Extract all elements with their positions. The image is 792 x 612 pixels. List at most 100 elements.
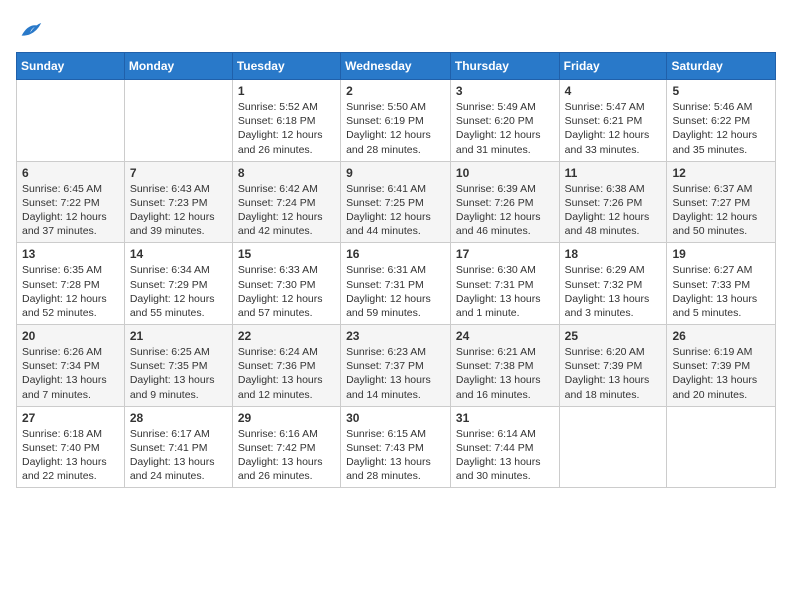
cell-info: Sunrise: 6:30 AM Sunset: 7:31 PM Dayligh… <box>456 263 554 320</box>
cell-info: Sunrise: 6:45 AM Sunset: 7:22 PM Dayligh… <box>22 182 119 239</box>
logo <box>16 16 48 44</box>
day-number: 10 <box>456 166 554 180</box>
logo-icon <box>16 16 44 44</box>
cell-info: Sunrise: 6:29 AM Sunset: 7:32 PM Dayligh… <box>565 263 662 320</box>
day-number: 19 <box>672 247 770 261</box>
day-number: 1 <box>238 84 335 98</box>
calendar-week-4: 20 Sunrise: 6:26 AM Sunset: 7:34 PM Dayli… <box>17 325 776 407</box>
cell-info: Sunrise: 6:39 AM Sunset: 7:26 PM Dayligh… <box>456 182 554 239</box>
calendar-cell: 31 Sunrise: 6:14 AM Sunset: 7:44 PM Dayli… <box>450 406 559 488</box>
day-number: 6 <box>22 166 119 180</box>
cell-info: Sunrise: 6:26 AM Sunset: 7:34 PM Dayligh… <box>22 345 119 402</box>
calendar-cell <box>559 406 667 488</box>
day-number: 13 <box>22 247 119 261</box>
cell-info: Sunrise: 6:24 AM Sunset: 7:36 PM Dayligh… <box>238 345 335 402</box>
calendar-cell: 14 Sunrise: 6:34 AM Sunset: 7:29 PM Dayli… <box>124 243 232 325</box>
days-of-week-row: SundayMondayTuesdayWednesdayThursdayFrid… <box>17 53 776 80</box>
day-number: 9 <box>346 166 445 180</box>
day-number: 20 <box>22 329 119 343</box>
calendar-cell: 4 Sunrise: 5:47 AM Sunset: 6:21 PM Daylig… <box>559 80 667 162</box>
day-number: 31 <box>456 411 554 425</box>
calendar-cell: 15 Sunrise: 6:33 AM Sunset: 7:30 PM Dayli… <box>232 243 340 325</box>
dow-header-monday: Monday <box>124 53 232 80</box>
calendar-week-5: 27 Sunrise: 6:18 AM Sunset: 7:40 PM Dayli… <box>17 406 776 488</box>
day-number: 23 <box>346 329 445 343</box>
calendar-cell: 2Sunrise: 5:50 AM Sunset: 6:19 PM Daylig… <box>341 80 451 162</box>
day-number: 3 <box>456 84 554 98</box>
calendar-cell <box>667 406 776 488</box>
calendar-cell <box>17 80 125 162</box>
day-number: 29 <box>238 411 335 425</box>
dow-header-saturday: Saturday <box>667 53 776 80</box>
calendar-cell: 16 Sunrise: 6:31 AM Sunset: 7:31 PM Dayli… <box>341 243 451 325</box>
cell-info: Sunrise: 6:34 AM Sunset: 7:29 PM Dayligh… <box>130 263 227 320</box>
cell-info: Sunrise: 6:19 AM Sunset: 7:39 PM Dayligh… <box>672 345 770 402</box>
calendar-cell: 28 Sunrise: 6:17 AM Sunset: 7:41 PM Dayli… <box>124 406 232 488</box>
calendar-cell: 13 Sunrise: 6:35 AM Sunset: 7:28 PM Dayli… <box>17 243 125 325</box>
calendar-cell: 5 Sunrise: 5:46 AM Sunset: 6:22 PM Daylig… <box>667 80 776 162</box>
day-number: 5 <box>672 84 770 98</box>
cell-info: Sunrise: 6:20 AM Sunset: 7:39 PM Dayligh… <box>565 345 662 402</box>
day-number: 27 <box>22 411 119 425</box>
cell-info: Sunrise: 6:16 AM Sunset: 7:42 PM Dayligh… <box>238 427 335 484</box>
calendar-cell: 23Sunrise: 6:23 AM Sunset: 7:37 PM Dayli… <box>341 325 451 407</box>
calendar-cell: 25Sunrise: 6:20 AM Sunset: 7:39 PM Dayli… <box>559 325 667 407</box>
day-number: 14 <box>130 247 227 261</box>
calendar-table: SundayMondayTuesdayWednesdayThursdayFrid… <box>16 52 776 488</box>
day-number: 21 <box>130 329 227 343</box>
calendar-week-1: 1Sunrise: 5:52 AM Sunset: 6:18 PM Daylig… <box>17 80 776 162</box>
calendar-cell: 3 Sunrise: 5:49 AM Sunset: 6:20 PM Daylig… <box>450 80 559 162</box>
cell-info: Sunrise: 6:33 AM Sunset: 7:30 PM Dayligh… <box>238 263 335 320</box>
day-number: 24 <box>456 329 554 343</box>
calendar-cell: 6 Sunrise: 6:45 AM Sunset: 7:22 PM Daylig… <box>17 161 125 243</box>
calendar-cell: 30 Sunrise: 6:15 AM Sunset: 7:43 PM Dayli… <box>341 406 451 488</box>
dow-header-thursday: Thursday <box>450 53 559 80</box>
cell-info: Sunrise: 6:27 AM Sunset: 7:33 PM Dayligh… <box>672 263 770 320</box>
cell-info: Sunrise: 5:50 AM Sunset: 6:19 PM Dayligh… <box>346 100 445 157</box>
calendar-week-2: 6 Sunrise: 6:45 AM Sunset: 7:22 PM Daylig… <box>17 161 776 243</box>
day-number: 7 <box>130 166 227 180</box>
page-header <box>16 16 776 44</box>
day-number: 26 <box>672 329 770 343</box>
day-number: 16 <box>346 247 445 261</box>
calendar-cell: 8 Sunrise: 6:42 AM Sunset: 7:24 PM Daylig… <box>232 161 340 243</box>
dow-header-sunday: Sunday <box>17 53 125 80</box>
calendar-cell: 18 Sunrise: 6:29 AM Sunset: 7:32 PM Dayli… <box>559 243 667 325</box>
day-number: 15 <box>238 247 335 261</box>
cell-info: Sunrise: 6:14 AM Sunset: 7:44 PM Dayligh… <box>456 427 554 484</box>
day-number: 30 <box>346 411 445 425</box>
calendar-cell: 24Sunrise: 6:21 AM Sunset: 7:38 PM Dayli… <box>450 325 559 407</box>
cell-info: Sunrise: 6:38 AM Sunset: 7:26 PM Dayligh… <box>565 182 662 239</box>
cell-info: Sunrise: 6:17 AM Sunset: 7:41 PM Dayligh… <box>130 427 227 484</box>
cell-info: Sunrise: 6:18 AM Sunset: 7:40 PM Dayligh… <box>22 427 119 484</box>
cell-info: Sunrise: 5:49 AM Sunset: 6:20 PM Dayligh… <box>456 100 554 157</box>
day-number: 8 <box>238 166 335 180</box>
day-number: 12 <box>672 166 770 180</box>
calendar-cell: 21 Sunrise: 6:25 AM Sunset: 7:35 PM Dayli… <box>124 325 232 407</box>
calendar-cell: 27 Sunrise: 6:18 AM Sunset: 7:40 PM Dayli… <box>17 406 125 488</box>
calendar-cell: 26 Sunrise: 6:19 AM Sunset: 7:39 PM Dayli… <box>667 325 776 407</box>
cell-info: Sunrise: 6:31 AM Sunset: 7:31 PM Dayligh… <box>346 263 445 320</box>
cell-info: Sunrise: 6:15 AM Sunset: 7:43 PM Dayligh… <box>346 427 445 484</box>
calendar-body: 1Sunrise: 5:52 AM Sunset: 6:18 PM Daylig… <box>17 80 776 488</box>
calendar-cell: 22Sunrise: 6:24 AM Sunset: 7:36 PM Dayli… <box>232 325 340 407</box>
cell-info: Sunrise: 5:47 AM Sunset: 6:21 PM Dayligh… <box>565 100 662 157</box>
cell-info: Sunrise: 6:37 AM Sunset: 7:27 PM Dayligh… <box>672 182 770 239</box>
day-number: 4 <box>565 84 662 98</box>
calendar-cell: 7Sunrise: 6:43 AM Sunset: 7:23 PM Daylig… <box>124 161 232 243</box>
calendar-cell: 17Sunrise: 6:30 AM Sunset: 7:31 PM Dayli… <box>450 243 559 325</box>
cell-info: Sunrise: 6:42 AM Sunset: 7:24 PM Dayligh… <box>238 182 335 239</box>
day-number: 28 <box>130 411 227 425</box>
day-number: 18 <box>565 247 662 261</box>
cell-info: Sunrise: 6:35 AM Sunset: 7:28 PM Dayligh… <box>22 263 119 320</box>
cell-info: Sunrise: 6:25 AM Sunset: 7:35 PM Dayligh… <box>130 345 227 402</box>
calendar-cell: 29 Sunrise: 6:16 AM Sunset: 7:42 PM Dayli… <box>232 406 340 488</box>
calendar-cell: 20 Sunrise: 6:26 AM Sunset: 7:34 PM Dayli… <box>17 325 125 407</box>
cell-info: Sunrise: 6:41 AM Sunset: 7:25 PM Dayligh… <box>346 182 445 239</box>
calendar-cell: 9 Sunrise: 6:41 AM Sunset: 7:25 PM Daylig… <box>341 161 451 243</box>
dow-header-tuesday: Tuesday <box>232 53 340 80</box>
cell-info: Sunrise: 5:46 AM Sunset: 6:22 PM Dayligh… <box>672 100 770 157</box>
calendar-cell <box>124 80 232 162</box>
calendar-week-3: 13 Sunrise: 6:35 AM Sunset: 7:28 PM Dayli… <box>17 243 776 325</box>
dow-header-friday: Friday <box>559 53 667 80</box>
